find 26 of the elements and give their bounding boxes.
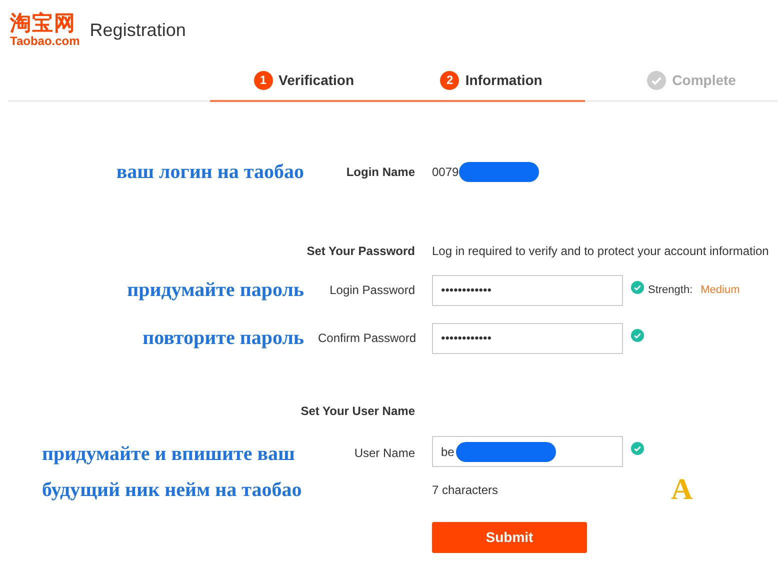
annotation-letter: A bbox=[671, 474, 693, 504]
annotation-text: ваш логин на таобао bbox=[115, 160, 305, 185]
field-label: Login Password bbox=[328, 282, 415, 299]
help-text: Log in required to verify and to protect your account information bbox=[432, 243, 769, 260]
step-label: Information bbox=[465, 70, 542, 90]
strength-value: Medium bbox=[700, 282, 740, 298]
strength-label: Strength: bbox=[648, 282, 693, 298]
taobao-logo: 淘宝网 Taobao.com bbox=[10, 13, 80, 47]
page-title: Registration bbox=[90, 18, 186, 42]
step-number: 2 bbox=[440, 70, 460, 90]
step-label: Complete bbox=[672, 70, 736, 90]
annotation-text: повторите пароль bbox=[142, 326, 305, 351]
password-field[interactable]: •••••••••••• bbox=[432, 274, 623, 306]
password-field[interactable]: •••••••••••• bbox=[432, 322, 623, 354]
annotation-text: придумайте и впишите ваш bbox=[42, 442, 295, 467]
section-heading: Set Your Password bbox=[306, 243, 415, 260]
field-label: Login Name bbox=[345, 164, 415, 181]
login-name-value: 0079 bbox=[432, 164, 459, 181]
field-label: User Name bbox=[353, 445, 415, 462]
annotation-text: придумайте пароль bbox=[126, 278, 305, 303]
annotation-text: будущий ник нейм на таобао bbox=[42, 478, 302, 503]
character-count: 7 characters bbox=[432, 482, 498, 498]
step-label: Verification bbox=[278, 70, 354, 90]
field-label: Confirm Password bbox=[318, 330, 415, 347]
step-number: 1 bbox=[254, 70, 273, 90]
section-heading: Set Your User Name bbox=[300, 403, 415, 420]
